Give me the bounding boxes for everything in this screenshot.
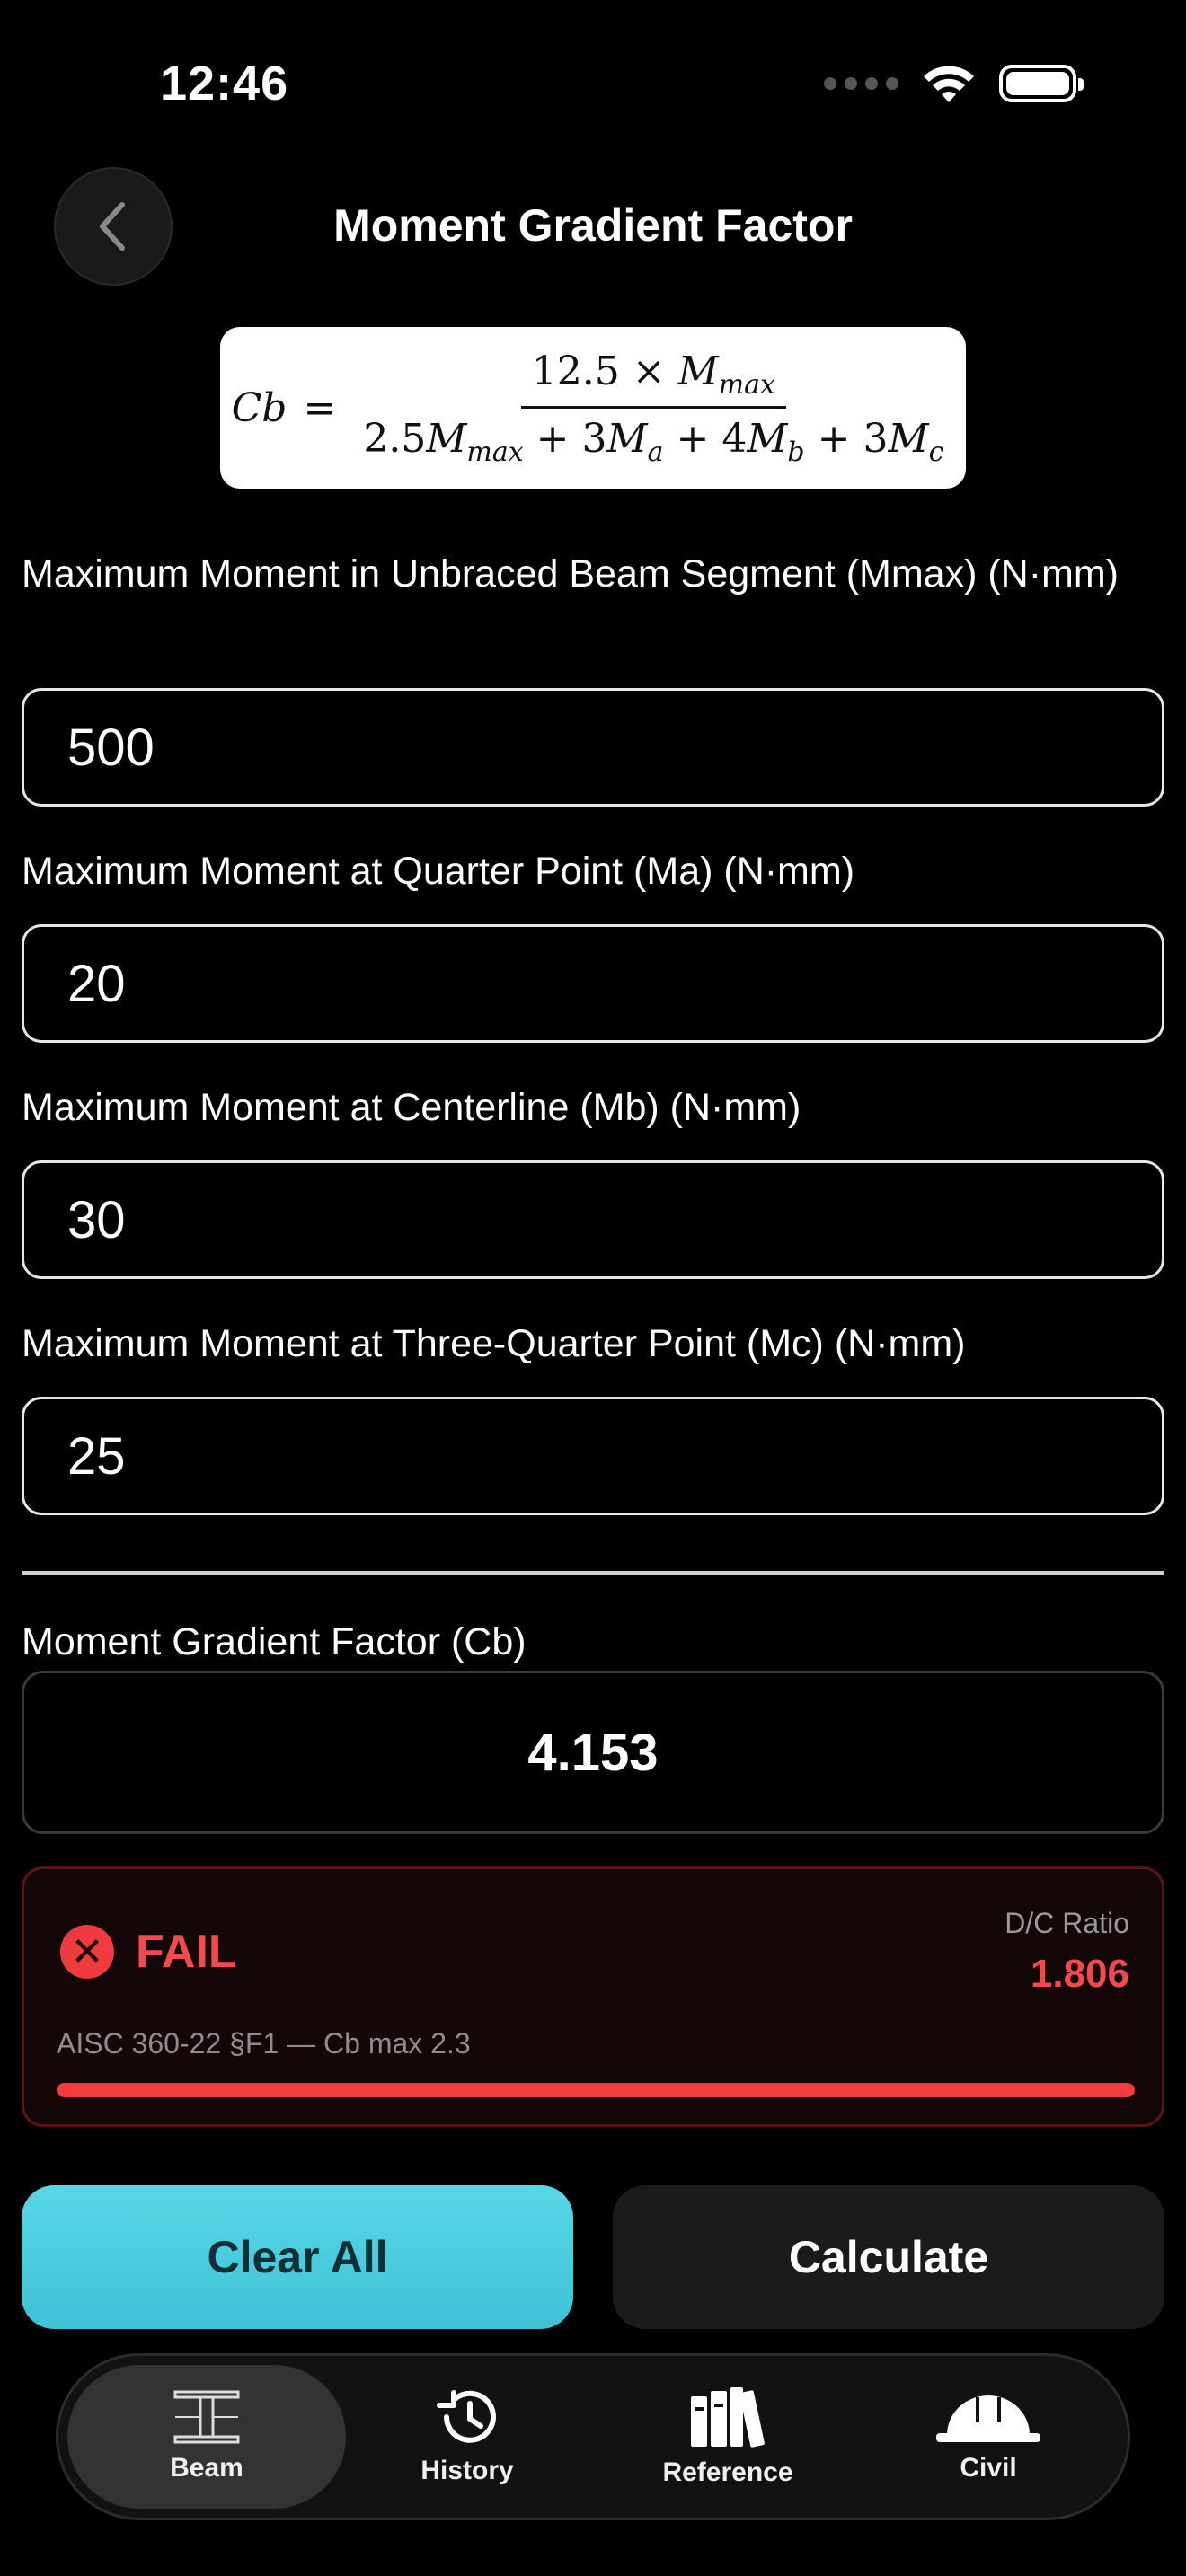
mmax-input[interactable]: 500 (22, 688, 1164, 807)
check-status-card: ✕ FAIL D/C Ratio 1.806 AISC 360-22 §F1 —… (22, 1866, 1164, 2127)
formula-numerator: 12.5 × Mmax (520, 348, 786, 409)
result-label: Moment Gradient Factor (Cb) (22, 1620, 527, 1663)
result-value-box: 4.153 (22, 1671, 1164, 1834)
hardhat-icon (936, 2395, 1040, 2442)
clear-all-button[interactable]: Clear All (22, 2185, 573, 2329)
tab-label: Reference (662, 2457, 793, 2487)
ma-label: Maximum Moment at Quarter Point (Ma) (N·… (22, 850, 855, 893)
mmax-label: Maximum Moment in Unbraced Beam Segment … (22, 552, 1119, 595)
divider (22, 1571, 1164, 1575)
tab-history[interactable]: History (328, 2365, 606, 2509)
mb-input[interactable]: 30 (22, 1160, 1164, 1279)
status-time: 12:46 (160, 57, 289, 110)
history-icon (437, 2390, 496, 2443)
x-circle-icon: ✕ (60, 1925, 114, 1979)
formula-card: Cb = 12.5 × Mmax 2.5Mmax + 3Ma + 4Mb + 3… (220, 327, 966, 489)
wifi-icon (924, 66, 974, 102)
tab-beam[interactable]: Beam (67, 2365, 346, 2509)
tab-reference[interactable]: Reference (589, 2365, 867, 2509)
i-beam-icon (173, 2390, 240, 2444)
dc-ratio-bar-fill (57, 2083, 1135, 2097)
tab-civil[interactable]: Civil (849, 2365, 1128, 2509)
status-indicators (824, 63, 1084, 104)
battery-icon (999, 65, 1084, 102)
formula-fraction: 12.5 × Mmax 2.5Mmax + 3Ma + 4Mb + 3Mc (352, 348, 954, 468)
tab-bar: Beam History Reference Civil (56, 2353, 1130, 2520)
formula-denominator: 2.5Mmax + 3Ma + 4Mb + 3Mc (363, 415, 944, 468)
mc-label: Maximum Moment at Three-Quarter Point (M… (22, 1322, 966, 1365)
formula-equals: = (303, 384, 337, 431)
mc-input[interactable]: 25 (22, 1397, 1164, 1515)
formula-lhs: Cb (231, 384, 288, 431)
check-status-text: FAIL (136, 1926, 237, 1978)
tab-label: Civil (960, 2453, 1017, 2483)
tab-label: History (420, 2456, 514, 2485)
cellular-signal-icon (824, 77, 898, 90)
books-icon (691, 2387, 765, 2448)
dc-ratio-value: 1.806 (1030, 1952, 1129, 1996)
dc-ratio-label: D/C Ratio (1005, 1907, 1129, 1939)
dc-ratio-bar (57, 2083, 1135, 2097)
result-value: 4.153 (527, 1723, 659, 1782)
page-title: Moment Gradient Factor (333, 200, 853, 251)
code-reference: AISC 360-22 §F1 — Cb max 2.3 (57, 2027, 471, 2060)
ma-input[interactable]: 20 (22, 924, 1164, 1043)
tab-label: Beam (170, 2453, 243, 2483)
calculate-button[interactable]: Calculate (613, 2185, 1164, 2329)
mb-label: Maximum Moment at Centerline (Mb) (N·mm) (22, 1086, 801, 1129)
